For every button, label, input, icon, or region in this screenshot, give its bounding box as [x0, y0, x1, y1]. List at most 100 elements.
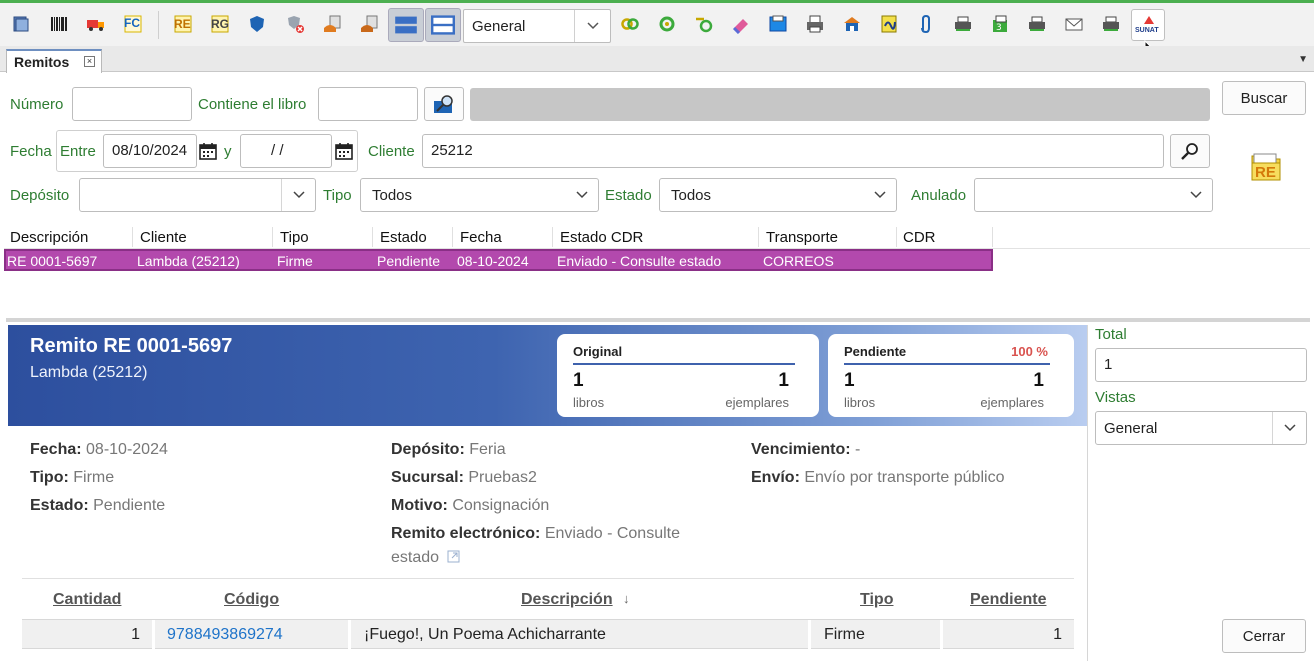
barcode-icon[interactable]: [46, 11, 72, 37]
note-icon[interactable]: [876, 11, 902, 37]
col-cliente[interactable]: Cliente: [140, 229, 187, 246]
table-row[interactable]: RE 0001-5697 Lambda (25212) Firme Pendie…: [4, 249, 993, 271]
book-search-button[interactable]: [424, 87, 464, 121]
remito-re-icon[interactable]: RE: [170, 11, 196, 37]
total-input[interactable]: 1: [1095, 348, 1307, 382]
estado-select[interactable]: Todos: [659, 178, 897, 212]
fecha-hasta-input[interactable]: / /: [240, 134, 332, 168]
pendiente-percent: 100 %: [1011, 344, 1048, 359]
circle-green-icon[interactable]: [654, 11, 680, 37]
remito-rg-icon[interactable]: RG: [207, 11, 233, 37]
cliente-label: Cliente: [368, 143, 415, 160]
loop-icon[interactable]: [691, 11, 717, 37]
col-separator: [992, 227, 993, 247]
col-separator: [809, 579, 811, 619]
anulado-select[interactable]: [974, 178, 1213, 212]
card-rule: [573, 363, 795, 365]
field-vencimiento-value: -: [855, 441, 861, 458]
field-remito-electronico-cont: estado: [391, 549, 460, 567]
shield-delete-icon[interactable]: [282, 11, 308, 37]
tab-remitos[interactable]: Remitos ×: [6, 49, 102, 73]
field-envio-key: Envío:: [751, 469, 800, 486]
fc-label: FC: [124, 16, 140, 30]
printer-doc-icon[interactable]: [802, 11, 828, 37]
cerrar-button[interactable]: Cerrar: [1222, 619, 1306, 653]
tab-bar: Remitos × ▼: [0, 46, 1314, 73]
original-libros-label: libros: [573, 395, 605, 410]
calendar-icon[interactable]: [334, 141, 354, 161]
col-transporte[interactable]: Transporte: [766, 229, 838, 246]
vistas-select[interactable]: General: [1095, 411, 1307, 445]
sort-desc-icon[interactable]: ↓: [623, 591, 630, 606]
printer3-icon[interactable]: [1098, 11, 1124, 37]
field-envio: Envío: Envío por transporte público: [751, 469, 1004, 487]
deposito-label: Depósito: [10, 187, 70, 204]
items-col-pendiente[interactable]: Pendiente: [970, 591, 1046, 609]
invoice-fc-icon[interactable]: FC: [120, 11, 146, 37]
cliente-input[interactable]: 25212: [422, 134, 1164, 168]
toolbar-separator: [158, 11, 159, 39]
svg-text:3: 3: [996, 23, 1002, 33]
picture-icon[interactable]: [765, 11, 791, 37]
buscar-button[interactable]: Buscar: [1222, 81, 1306, 115]
layout-split-icon[interactable]: [425, 8, 461, 42]
warehouse-icon[interactable]: [839, 11, 865, 37]
tab-menu-icon[interactable]: ▼: [1298, 54, 1308, 65]
field-deposito-value: Feria: [469, 441, 506, 458]
field-sucursal-value: Pruebas2: [468, 469, 537, 486]
item-codigo-link[interactable]: 9788493869274: [167, 626, 283, 644]
items-col-tipo[interactable]: Tipo: [860, 591, 893, 609]
truck-icon[interactable]: [83, 11, 109, 37]
view-selector[interactable]: General: [463, 9, 611, 43]
sunat-icon[interactable]: SUNAT: [1131, 9, 1165, 41]
field-motivo-value: Consignación: [452, 497, 550, 514]
items-col-codigo[interactable]: Código: [224, 591, 279, 609]
close-icon[interactable]: ×: [84, 56, 95, 67]
original-card-title: Original: [573, 344, 623, 359]
link-green-icon[interactable]: [617, 11, 643, 37]
col-estado-cdr[interactable]: Estado CDR: [560, 229, 643, 246]
col-cdr[interactable]: CDR: [903, 229, 936, 246]
col-separator: [896, 227, 897, 247]
tipo-select[interactable]: Todos: [360, 178, 599, 212]
y-label: y: [224, 143, 232, 160]
col-estado[interactable]: Estado: [380, 229, 427, 246]
original-libros: 1: [573, 370, 584, 391]
remito-folder-icon: RE: [1250, 150, 1282, 184]
printer-icon[interactable]: [950, 11, 976, 37]
calendar-icon[interactable]: [198, 141, 218, 161]
printer2-icon[interactable]: [1024, 11, 1050, 37]
items-col-descripcion[interactable]: Descripción: [521, 591, 613, 609]
clip-icon[interactable]: [913, 11, 939, 37]
col-fecha[interactable]: Fecha: [460, 229, 502, 246]
fecha-desde-input[interactable]: 08/10/2024: [103, 134, 197, 168]
table-row[interactable]: 1 9788493869274 ¡Fuego!, Un Poema Achich…: [22, 619, 1074, 650]
detail-title: Remito RE 0001-5697: [30, 335, 233, 357]
tab-remitos-label: Remitos: [14, 54, 70, 70]
field-tipo-value: Firme: [73, 469, 115, 486]
mail-icon[interactable]: [1061, 11, 1087, 37]
calc-icon[interactable]: 3: [987, 11, 1013, 37]
item-descripcion: ¡Fuego!, Un Poema Achicharrante: [364, 626, 606, 643]
estado-label: Estado: [605, 187, 652, 204]
eraser-icon[interactable]: [728, 11, 754, 37]
deposito-select[interactable]: [79, 178, 316, 212]
return-alt-icon[interactable]: [356, 11, 382, 37]
col-tipo[interactable]: Tipo: [280, 229, 309, 246]
total-label: Total: [1095, 326, 1127, 343]
col-descripcion[interactable]: Descripción: [10, 229, 88, 246]
return-icon[interactable]: [319, 11, 345, 37]
numero-label: Número: [10, 96, 64, 113]
items-col-cantidad[interactable]: Cantidad: [53, 591, 121, 609]
libro-input[interactable]: [318, 87, 418, 121]
numero-input[interactable]: [72, 87, 192, 121]
field-tipo-key: Tipo:: [30, 469, 69, 486]
layout-list-icon[interactable]: [388, 8, 424, 42]
search-progress-bar: [470, 88, 1210, 121]
cliente-search-button[interactable]: [1170, 134, 1210, 168]
panel-splitter[interactable]: [6, 318, 1310, 322]
books-icon[interactable]: [8, 11, 34, 37]
external-link-icon[interactable]: [447, 550, 460, 563]
shield-icon[interactable]: [244, 11, 270, 37]
col-separator: [758, 227, 759, 247]
